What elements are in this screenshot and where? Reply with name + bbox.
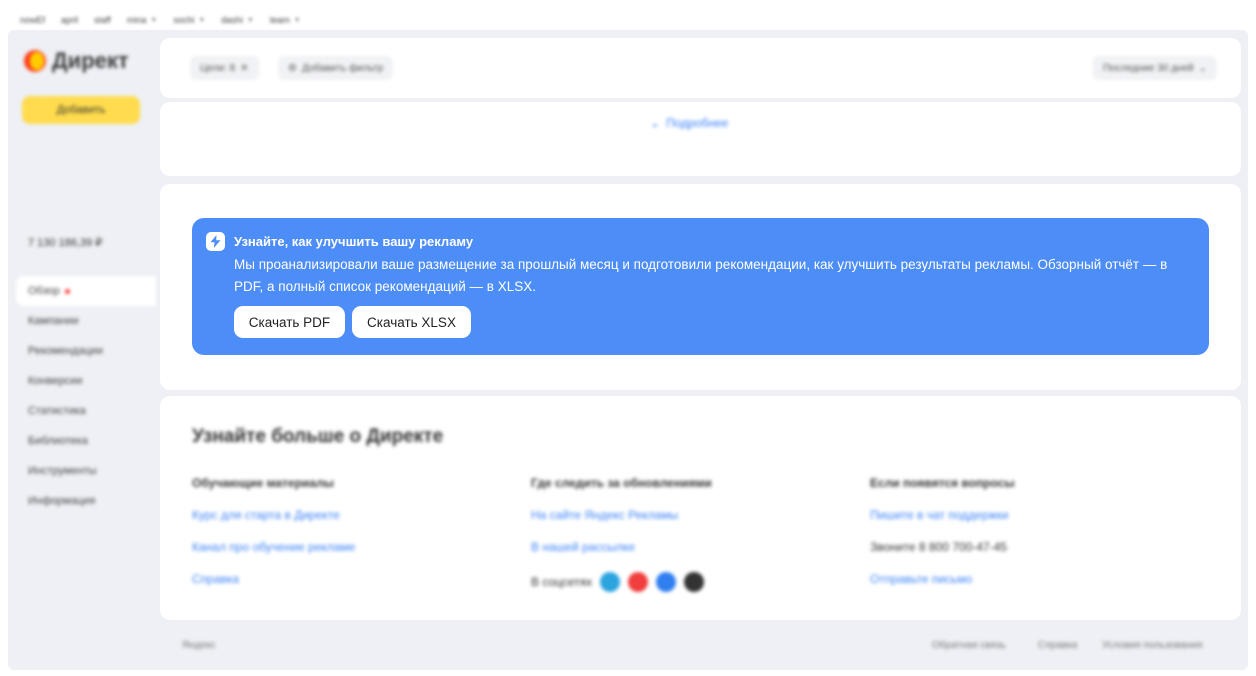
- topbar-item[interactable]: april: [61, 15, 78, 25]
- sidebar-item-label: Рекомендации: [28, 345, 103, 357]
- feedback-link[interactable]: Обратная связь: [932, 640, 1006, 651]
- details-card: ⌄ Подробнее: [160, 102, 1241, 176]
- youtube-icon[interactable]: [628, 572, 649, 592]
- topbar-item[interactable]: dashi ▼: [221, 15, 253, 25]
- topbar-item-label: april: [61, 15, 79, 25]
- period-label: Последние 30 дней: [1102, 62, 1194, 74]
- sidebar-item-recommendations[interactable]: Рекомендации: [16, 336, 156, 366]
- topbar-item[interactable]: sochi ▼: [173, 15, 205, 25]
- topbar-item-label: dashi: [221, 15, 243, 25]
- account-balance: 7 130 186,39 ₽: [28, 237, 103, 249]
- notification-dot-icon: [64, 288, 70, 294]
- site-link[interactable]: На сайте Яндекс Рекламы: [531, 508, 851, 540]
- questions-column: Если появятся вопросы Пишите в чат подде…: [870, 476, 1190, 604]
- updates-column: Где следить за обновлениями На сайте Янд…: [531, 476, 851, 592]
- sidebar-item-campaigns[interactable]: Кампании: [16, 306, 156, 336]
- banner-text: Мы проанализировали ваше размещение за п…: [234, 257, 1168, 294]
- sidebar-item-label: Статистика: [28, 405, 86, 417]
- add-filter-label: Добавить фильтр: [301, 62, 384, 74]
- topbar-item-label: team: [269, 15, 290, 25]
- goal-filter-chip[interactable]: Цели: 8 ✕: [190, 56, 259, 80]
- sidebar-item-overview[interactable]: Обзор: [16, 276, 156, 306]
- sidebar-nav: Обзор Кампании Рекомендации Конверсии Ст…: [16, 276, 156, 516]
- details-link[interactable]: ⌄ Подробнее: [650, 116, 728, 130]
- period-select[interactable]: Последние 30 дней ⌄: [1092, 56, 1217, 80]
- sidebar-item-label: Информация: [28, 495, 96, 507]
- topbar-item-label: staff: [94, 15, 111, 25]
- course-link[interactable]: Курс для старта в Директе: [192, 508, 512, 540]
- chevron-down-icon: ▼: [198, 16, 206, 24]
- sidebar-item-tools[interactable]: Инструменты: [16, 456, 156, 486]
- footer-help-link[interactable]: Справка: [1038, 640, 1077, 651]
- telegram-icon[interactable]: [600, 572, 621, 592]
- download-pdf-button[interactable]: Скачать PDF: [234, 306, 345, 338]
- chevron-down-icon: ⌄: [1198, 62, 1207, 74]
- help-link[interactable]: Справка: [192, 572, 512, 604]
- recommendation-card: Узнайте, как улучшить вашу рекламу Мы пр…: [160, 184, 1241, 390]
- topbar-item[interactable]: team ▼: [270, 15, 301, 25]
- column-heading: Где следить за обновлениями: [531, 476, 712, 490]
- direct-logo-icon: [24, 50, 46, 72]
- add-filter-button[interactable]: ⚙ Добавить фильтр: [278, 56, 394, 80]
- logo[interactable]: Директ: [24, 48, 129, 74]
- sidebar-item-label: Библиотека: [28, 435, 88, 447]
- learn-more-card: Узнайте больше о Директе Обучающие матер…: [160, 396, 1241, 620]
- topbar-item-label: mina: [126, 15, 147, 25]
- logo-text: Директ: [52, 48, 129, 73]
- sidebar-item-label: Кампании: [28, 315, 79, 327]
- sidebar: Директ Добавить 7 130 186,39 ₽ Обзор Кам…: [8, 30, 156, 670]
- column-heading: Если появятся вопросы: [870, 476, 1015, 490]
- sidebar-item-information[interactable]: Информация: [16, 486, 156, 516]
- footer-brand: Яндекс: [182, 640, 216, 651]
- add-button[interactable]: Добавить: [22, 96, 140, 124]
- recommendation-banner: Узнайте, как улучшить вашу рекламу Мы пр…: [192, 218, 1209, 355]
- filter-card: Цели: 8 ✕ ⚙ Добавить фильтр Последние 30…: [160, 38, 1241, 98]
- topbar-item[interactable]: mina ▼: [127, 15, 157, 25]
- close-icon[interactable]: ✕: [240, 63, 248, 74]
- chevron-down-icon: ▼: [246, 16, 254, 24]
- vk-icon[interactable]: [656, 572, 677, 592]
- social-label: В соцсетях: [531, 575, 593, 589]
- support-chat-link[interactable]: Пишите в чат поддержки: [870, 508, 1190, 540]
- banner-title: Узнайте, как улучшить вашу рекламу: [234, 234, 474, 249]
- topbar-item-label: nowEf: [20, 15, 46, 25]
- download-xlsx-button[interactable]: Скачать XLSX: [352, 306, 471, 338]
- details-label: Подробнее: [666, 116, 729, 130]
- terms-link[interactable]: Условия пользования: [1102, 640, 1202, 651]
- sidebar-item-conversions[interactable]: Конверсии: [16, 366, 156, 396]
- sidebar-item-label: Инструменты: [28, 465, 97, 477]
- lightning-icon: [206, 232, 225, 251]
- learning-column: Обучающие материалы Курс для старта в Ди…: [192, 476, 512, 604]
- phone-text: Звоните 8 800 700-47-45: [870, 540, 1007, 554]
- sidebar-item-label: Конверсии: [28, 375, 83, 387]
- sidebar-item-library[interactable]: Библиотека: [16, 426, 156, 456]
- channel-link[interactable]: Канал про обучение рекламе: [192, 540, 512, 572]
- chevron-down-icon: ▼: [150, 16, 158, 24]
- topbar-item[interactable]: nowEf: [20, 15, 45, 25]
- sidebar-item-statistics[interactable]: Статистика: [16, 396, 156, 426]
- filter-icon: ⚙: [288, 62, 297, 74]
- sidebar-item-label: Обзор: [28, 285, 60, 297]
- email-link[interactable]: Отправьте письмо: [870, 572, 1190, 604]
- chip-label: Цели: 8: [200, 62, 236, 74]
- app-window: Директ Добавить 7 130 186,39 ₽ Обзор Кам…: [8, 30, 1248, 670]
- social-row: В соцсетях: [531, 572, 851, 592]
- topbar-item[interactable]: staff: [94, 15, 111, 25]
- chevron-down-icon: ⌄: [650, 116, 661, 130]
- topbar-item-label: sochi: [173, 15, 195, 25]
- column-heading: Обучающие материалы: [192, 476, 334, 490]
- chevron-down-icon: ▼: [293, 16, 301, 24]
- newsletter-link[interactable]: В нашей рассылке: [531, 540, 851, 572]
- dzen-icon[interactable]: [684, 572, 705, 592]
- learn-more-title: Узнайте больше о Директе: [192, 426, 444, 447]
